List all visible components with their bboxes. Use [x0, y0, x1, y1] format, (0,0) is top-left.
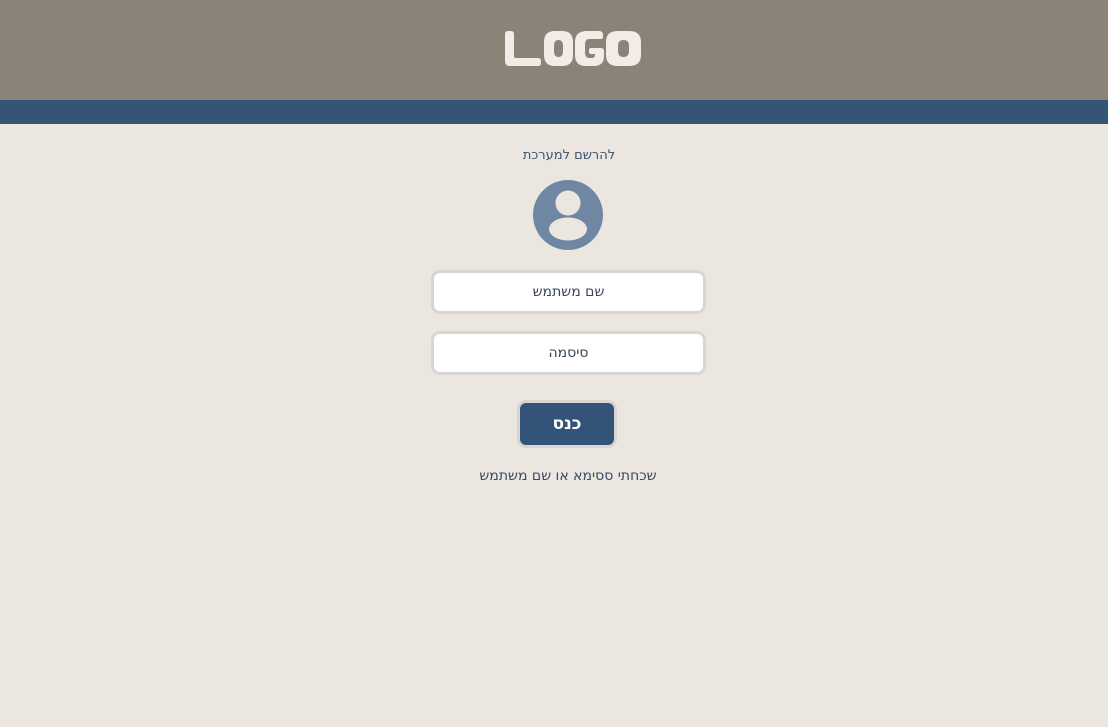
username-field[interactable] [431, 270, 706, 314]
forgot-password-link[interactable]: שכחתי ססימא או שם משתמש [0, 468, 1108, 484]
login-button[interactable]: כנס [517, 400, 617, 448]
register-link[interactable]: להרשם למערכת [0, 148, 1108, 163]
header [0, 0, 1108, 100]
header-band [0, 100, 1108, 124]
logo [505, 31, 641, 66]
password-field[interactable] [431, 331, 706, 375]
user-circle-icon [533, 180, 603, 250]
